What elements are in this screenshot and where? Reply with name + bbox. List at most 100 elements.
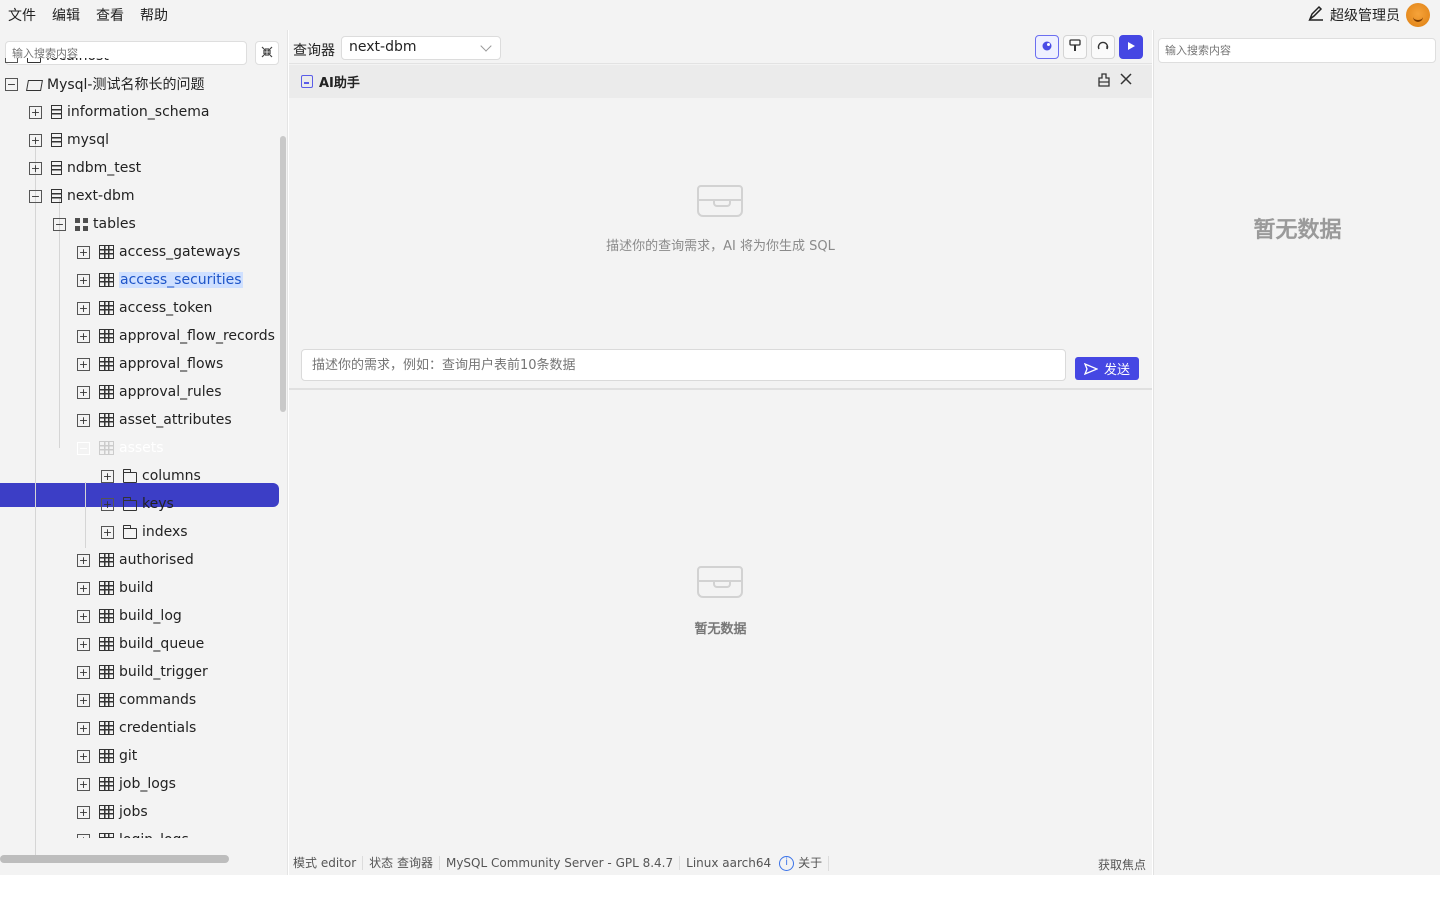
- tree-node[interactable]: − next-dbm: [29, 184, 134, 208]
- status-state: 状态 查询器: [369, 856, 440, 870]
- expand-node-icon[interactable]: +: [29, 105, 42, 119]
- expand-node-icon[interactable]: +: [77, 357, 90, 371]
- tree-node[interactable]: + build_log: [77, 604, 182, 628]
- expand-node-icon[interactable]: +: [101, 525, 114, 539]
- expand-node-icon[interactable]: +: [77, 665, 90, 679]
- table-icon: [99, 637, 114, 651]
- expand-node-icon[interactable]: +: [77, 273, 90, 287]
- expand-node-icon[interactable]: +: [77, 329, 90, 343]
- tree-node-label: access_securities: [119, 272, 243, 288]
- menu-edit[interactable]: 编辑: [52, 5, 88, 25]
- database-select[interactable]: next-dbm: [341, 36, 501, 60]
- expand-node-icon[interactable]: +: [77, 581, 90, 595]
- tree-node[interactable]: − Mysql-测试名称长的问题: [5, 72, 205, 96]
- status-mode: 模式 editor: [293, 856, 364, 870]
- right-search-input[interactable]: [1158, 38, 1436, 63]
- ai-assistant-button[interactable]: [1035, 35, 1059, 59]
- refresh-icon: [1097, 40, 1109, 55]
- expand-node-icon[interactable]: +: [77, 805, 90, 819]
- status-server: MySQL Community Server - GPL 8.4.7: [446, 856, 681, 870]
- expand-node-icon[interactable]: +: [101, 497, 114, 511]
- tree-node[interactable]: + keys: [101, 492, 174, 516]
- user-menu[interactable]: 超级管理员: [1308, 3, 1430, 27]
- expand-node-icon[interactable]: +: [77, 609, 90, 623]
- tree-node[interactable]: + build: [77, 576, 153, 600]
- tree-node[interactable]: + job_logs: [77, 772, 176, 796]
- tree-node-label: authorised: [119, 552, 194, 568]
- tree-node[interactable]: + approval_flows: [77, 352, 223, 376]
- expand-node-icon[interactable]: +: [77, 553, 90, 567]
- menu-help[interactable]: 帮助: [140, 5, 176, 25]
- tree-node[interactable]: + approval_rules: [77, 380, 222, 404]
- tree-node[interactable]: + ndbm_test: [29, 156, 141, 180]
- tree-node[interactable]: + indexs: [101, 520, 188, 544]
- format-button[interactable]: [1063, 35, 1087, 59]
- ai-prompt-input[interactable]: [301, 349, 1066, 381]
- tree-node[interactable]: + build_queue: [77, 632, 204, 656]
- expand-node-icon[interactable]: +: [77, 833, 90, 838]
- get-focus-link[interactable]: 获取焦点: [1098, 856, 1146, 873]
- tree-node[interactable]: + credentials: [77, 716, 196, 740]
- tree-node-label: git: [119, 748, 138, 764]
- sidebar: −localhost−Mysql-测试名称长的问题+information_sc…: [0, 30, 288, 875]
- expand-node-icon[interactable]: +: [77, 693, 90, 707]
- tree-node[interactable]: + git: [77, 744, 137, 768]
- expand-node-icon[interactable]: +: [77, 637, 90, 651]
- tree-guide-line: [85, 482, 86, 548]
- grid-icon: [75, 217, 88, 231]
- send-button[interactable]: 发送: [1075, 357, 1139, 380]
- database-icon: [51, 161, 62, 175]
- collapse-node-icon[interactable]: −: [77, 441, 90, 455]
- tree-node[interactable]: + access_gateways: [77, 240, 240, 264]
- expand-node-icon[interactable]: +: [77, 777, 90, 791]
- tree-node[interactable]: + access_securities: [77, 268, 243, 292]
- table-icon: [99, 609, 114, 623]
- sidebar-vertical-scrollbar[interactable]: [280, 136, 286, 412]
- collapse-node-icon[interactable]: −: [5, 77, 18, 91]
- tree-node[interactable]: + access_token: [77, 296, 212, 320]
- refresh-button[interactable]: [1091, 35, 1115, 59]
- clear-history-button[interactable]: [1097, 73, 1111, 91]
- expand-node-icon[interactable]: +: [77, 749, 90, 763]
- table-icon: [99, 413, 114, 427]
- tree-node[interactable]: + asset_attributes: [77, 408, 232, 432]
- tree-node[interactable]: + jobs: [77, 800, 148, 824]
- tree-node[interactable]: + build_trigger: [77, 660, 208, 684]
- tree-node[interactable]: + commands: [77, 688, 196, 712]
- expand-node-icon[interactable]: +: [101, 469, 114, 483]
- tree-node[interactable]: − tables: [53, 212, 136, 236]
- tree-node-label: assets: [119, 440, 164, 456]
- menu-view[interactable]: 查看: [96, 5, 132, 25]
- sidebar-horizontal-scrollbar[interactable]: [0, 855, 229, 863]
- tree-node[interactable]: + login_logs: [77, 828, 189, 838]
- tree-node[interactable]: + approval_flow_records: [77, 324, 275, 348]
- expand-node-icon[interactable]: +: [77, 245, 90, 259]
- expand-node-icon[interactable]: +: [77, 385, 90, 399]
- expand-node-icon[interactable]: +: [77, 301, 90, 315]
- close-ai-panel-button[interactable]: [1120, 73, 1132, 89]
- tree-node-label: approval_rules: [119, 384, 222, 400]
- expand-node-icon[interactable]: +: [29, 133, 42, 147]
- expand-node-icon[interactable]: +: [77, 413, 90, 427]
- collapse-all-button[interactable]: [255, 41, 279, 65]
- ai-panel-title: AI助手: [319, 76, 360, 91]
- status-os: Linux aarch64: [686, 856, 772, 870]
- about-link[interactable]: i 关于: [779, 855, 830, 871]
- tree-node[interactable]: + columns: [101, 464, 201, 488]
- menu-file[interactable]: 文件: [8, 5, 44, 25]
- tree-node[interactable]: + information_schema: [29, 100, 210, 124]
- tree-node[interactable]: + authorised: [77, 548, 194, 572]
- collapse-node-icon[interactable]: −: [53, 217, 66, 231]
- collapse-node-icon[interactable]: −: [29, 189, 42, 203]
- about-label: 关于: [798, 856, 823, 870]
- expand-node-icon[interactable]: +: [29, 161, 42, 175]
- table-icon: [99, 301, 114, 315]
- run-query-button[interactable]: [1119, 35, 1143, 59]
- avatar[interactable]: [1406, 3, 1430, 27]
- tree-node[interactable]: + mysql: [29, 128, 109, 152]
- tree-node-label: approval_flows: [119, 356, 224, 372]
- expand-node-icon[interactable]: +: [77, 721, 90, 735]
- table-icon: [99, 273, 114, 287]
- tree-node[interactable]: − assets: [77, 436, 164, 460]
- table-icon: [99, 721, 114, 735]
